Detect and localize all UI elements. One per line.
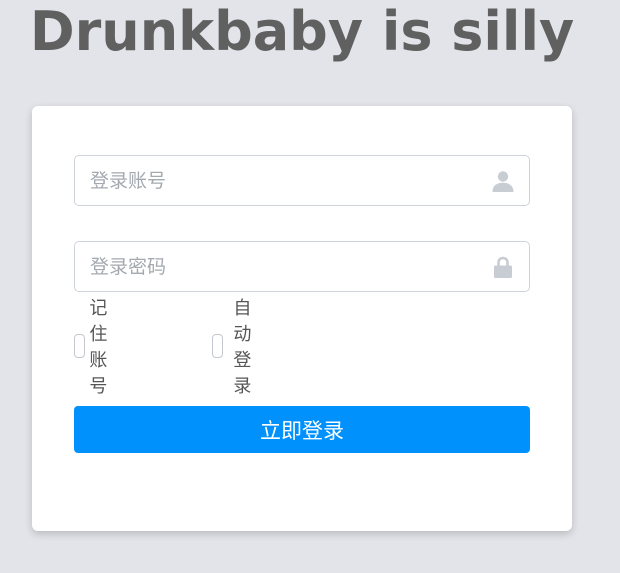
page-title: Drunkbaby is silly	[29, 0, 575, 63]
login-card: 记住账号 自动登录 立即登录	[32, 106, 572, 531]
password-field[interactable]	[74, 241, 530, 292]
login-button[interactable]: 立即登录	[74, 406, 530, 453]
username-input[interactable]	[75, 156, 529, 205]
lock-icon	[491, 255, 515, 279]
auto-login-checkbox[interactable]	[212, 334, 224, 358]
password-input[interactable]	[75, 242, 529, 291]
auto-login-option[interactable]: 自动登录	[212, 298, 264, 397]
remember-account-checkbox[interactable]	[74, 334, 86, 358]
user-icon	[491, 169, 515, 193]
remember-account-label: 记住账号	[89, 298, 108, 397]
username-field[interactable]	[74, 155, 530, 206]
remember-account-option[interactable]: 记住账号	[74, 298, 120, 397]
auto-login-label: 自动登录	[233, 298, 252, 397]
